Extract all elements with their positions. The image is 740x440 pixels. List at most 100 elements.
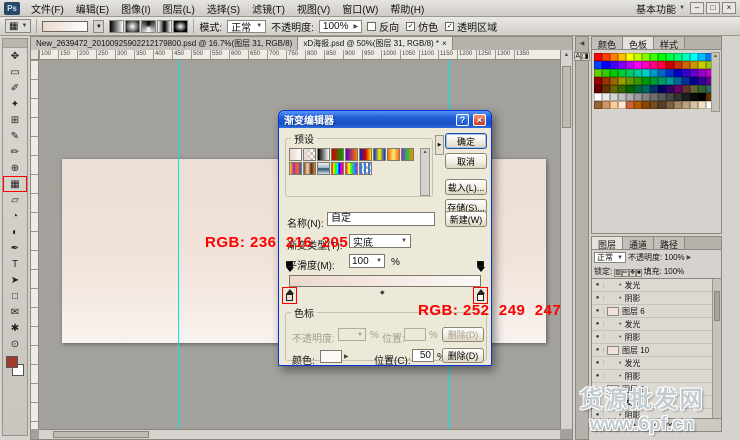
crop-tool[interactable]: ⊞ bbox=[3, 112, 27, 128]
color-swatch[interactable] bbox=[626, 53, 634, 61]
scroll-up-icon[interactable]: ▲ bbox=[561, 50, 572, 60]
layers-tab-1[interactable]: 通道 bbox=[623, 237, 654, 249]
scroll-up-icon[interactable]: ▲ bbox=[713, 53, 718, 59]
preset-violet-orange[interactable] bbox=[345, 148, 358, 161]
color-swatch[interactable] bbox=[698, 85, 706, 93]
color-swatch[interactable] bbox=[594, 53, 602, 61]
layers-tab-2[interactable]: 路径 bbox=[654, 237, 685, 249]
color-swatch[interactable] bbox=[698, 77, 706, 85]
layers-opacity-value[interactable]: 100% bbox=[664, 253, 684, 262]
preset-copper[interactable] bbox=[303, 162, 316, 175]
color-swatch[interactable] bbox=[618, 69, 626, 77]
effect-row[interactable]: ●•发光 bbox=[592, 279, 721, 292]
foreground-color-swatch[interactable] bbox=[6, 356, 18, 368]
color-swatch[interactable] bbox=[674, 69, 682, 77]
color-swatch[interactable] bbox=[674, 101, 682, 109]
dodge-tool[interactable]: ◐ bbox=[3, 224, 27, 240]
scrollbar-thumb[interactable] bbox=[562, 66, 571, 128]
color-swatch[interactable] bbox=[698, 69, 706, 77]
preset-violet-green-orange[interactable] bbox=[401, 148, 414, 161]
color-swatch[interactable] bbox=[634, 77, 642, 85]
opacity-stop-left[interactable] bbox=[285, 261, 294, 272]
presets-menu-button[interactable]: ▶ bbox=[435, 135, 444, 155]
load-button[interactable]: 载入(L)... bbox=[445, 179, 487, 195]
color-swatch[interactable] bbox=[594, 101, 602, 109]
pen-tool[interactable]: ✒ bbox=[3, 240, 27, 256]
stop-color-swatch[interactable] bbox=[320, 350, 342, 363]
delete-color-stop-button[interactable]: 删除(D) bbox=[442, 348, 484, 363]
presets-scrollbar[interactable]: ▲ bbox=[420, 148, 430, 196]
color-swatch[interactable] bbox=[610, 53, 618, 61]
preset-yellow-violet-orange-blue[interactable] bbox=[289, 162, 302, 175]
visibility-eye-icon[interactable]: ● bbox=[592, 347, 604, 353]
effect-row[interactable]: ●•发光 bbox=[592, 357, 721, 370]
color-swatch[interactable] bbox=[610, 77, 618, 85]
ok-button[interactable]: 确定 bbox=[445, 133, 487, 149]
preset-blue-red-yellow[interactable] bbox=[359, 148, 372, 161]
path-selection-tool[interactable]: ➤ bbox=[3, 272, 27, 288]
preset-red-green[interactable] bbox=[331, 148, 344, 161]
color-swatch[interactable] bbox=[690, 61, 698, 69]
color-swatch[interactable] bbox=[602, 101, 610, 109]
color-swatch[interactable] bbox=[634, 93, 642, 101]
color-swatch[interactable] bbox=[658, 61, 666, 69]
expand-dock-icon[interactable]: ◀ bbox=[580, 40, 585, 47]
visibility-eye-icon[interactable]: ● bbox=[592, 295, 604, 301]
visibility-eye-icon[interactable]: ● bbox=[592, 373, 604, 379]
layer-row[interactable]: ●图层 10 bbox=[592, 344, 721, 357]
color-swatch[interactable] bbox=[682, 93, 690, 101]
color-swatch[interactable] bbox=[658, 93, 666, 101]
color-swatch[interactable] bbox=[626, 101, 634, 109]
menubar-item-7[interactable]: 窗口(W) bbox=[336, 0, 384, 18]
angle-gradient-button[interactable] bbox=[141, 20, 156, 33]
color-swatch[interactable] bbox=[626, 61, 634, 69]
blend-mode-select[interactable]: 正常 ▼ bbox=[594, 252, 626, 263]
color-swatch[interactable] bbox=[618, 85, 626, 93]
color-swatch[interactable] bbox=[666, 53, 674, 61]
color-swatch[interactable] bbox=[634, 69, 642, 77]
color-swatch[interactable] bbox=[666, 93, 674, 101]
linear-gradient-button[interactable] bbox=[109, 20, 124, 33]
brush-tool[interactable]: ✏ bbox=[3, 144, 27, 160]
color-swatch[interactable] bbox=[594, 93, 602, 101]
color-swatch[interactable] bbox=[658, 53, 666, 61]
tool-preset-picker[interactable]: ▦ ▼ bbox=[5, 19, 31, 33]
preset-black-white[interactable] bbox=[317, 148, 330, 161]
lock-position-icon[interactable]: ✥ bbox=[629, 269, 636, 277]
document-tab-1[interactable]: xD海报.psd @ 50%(图层 31, RGB/8) *× bbox=[298, 37, 452, 50]
color-swatch[interactable] bbox=[594, 77, 602, 85]
color-swatch[interactable] bbox=[674, 93, 682, 101]
color-swatch[interactable] bbox=[618, 77, 626, 85]
color-swatch[interactable] bbox=[682, 85, 690, 93]
color-swatch[interactable] bbox=[642, 77, 650, 85]
scrollbar-thumb[interactable] bbox=[53, 431, 149, 438]
preset-chrome[interactable] bbox=[317, 162, 330, 175]
mode-select[interactable]: 正常 ▼ bbox=[227, 20, 266, 33]
color-swatch[interactable] bbox=[674, 85, 682, 93]
color-swatch[interactable] bbox=[626, 77, 634, 85]
visibility-eye-icon[interactable]: ● bbox=[592, 334, 604, 340]
checkbox-icon[interactable] bbox=[367, 22, 376, 31]
color-swatch[interactable] bbox=[698, 101, 706, 109]
scroll-up-ic[interactable]: ▲ bbox=[423, 149, 428, 155]
chevron-right-icon[interactable]: ▶ bbox=[344, 353, 349, 360]
menubar-item-4[interactable]: 选择(S) bbox=[201, 0, 246, 18]
color-swatch[interactable] bbox=[626, 93, 634, 101]
color-swatch[interactable] bbox=[642, 61, 650, 69]
color-swatch[interactable] bbox=[642, 69, 650, 77]
color-swatch[interactable] bbox=[682, 53, 690, 61]
layers-tab-0[interactable]: 图层 bbox=[592, 237, 623, 249]
checkbox-icon[interactable]: ✓ bbox=[406, 22, 415, 31]
menubar-item-1[interactable]: 编辑(E) bbox=[70, 0, 115, 18]
color-swatch[interactable] bbox=[698, 93, 706, 101]
hand-tool[interactable]: ✱ bbox=[3, 320, 27, 336]
visibility-eye-icon[interactable]: ● bbox=[592, 360, 604, 366]
menubar-item-3[interactable]: 图层(L) bbox=[157, 0, 201, 18]
color-swatch[interactable] bbox=[642, 93, 650, 101]
smoothness-input[interactable]: 100 ▼ bbox=[349, 254, 385, 268]
color-swatch[interactable] bbox=[666, 69, 674, 77]
info-panel-icon[interactable]: ◨ bbox=[581, 52, 590, 61]
color-swatch[interactable] bbox=[634, 61, 642, 69]
color-swatch[interactable] bbox=[650, 61, 658, 69]
notes-tool[interactable]: ✉ bbox=[3, 304, 27, 320]
